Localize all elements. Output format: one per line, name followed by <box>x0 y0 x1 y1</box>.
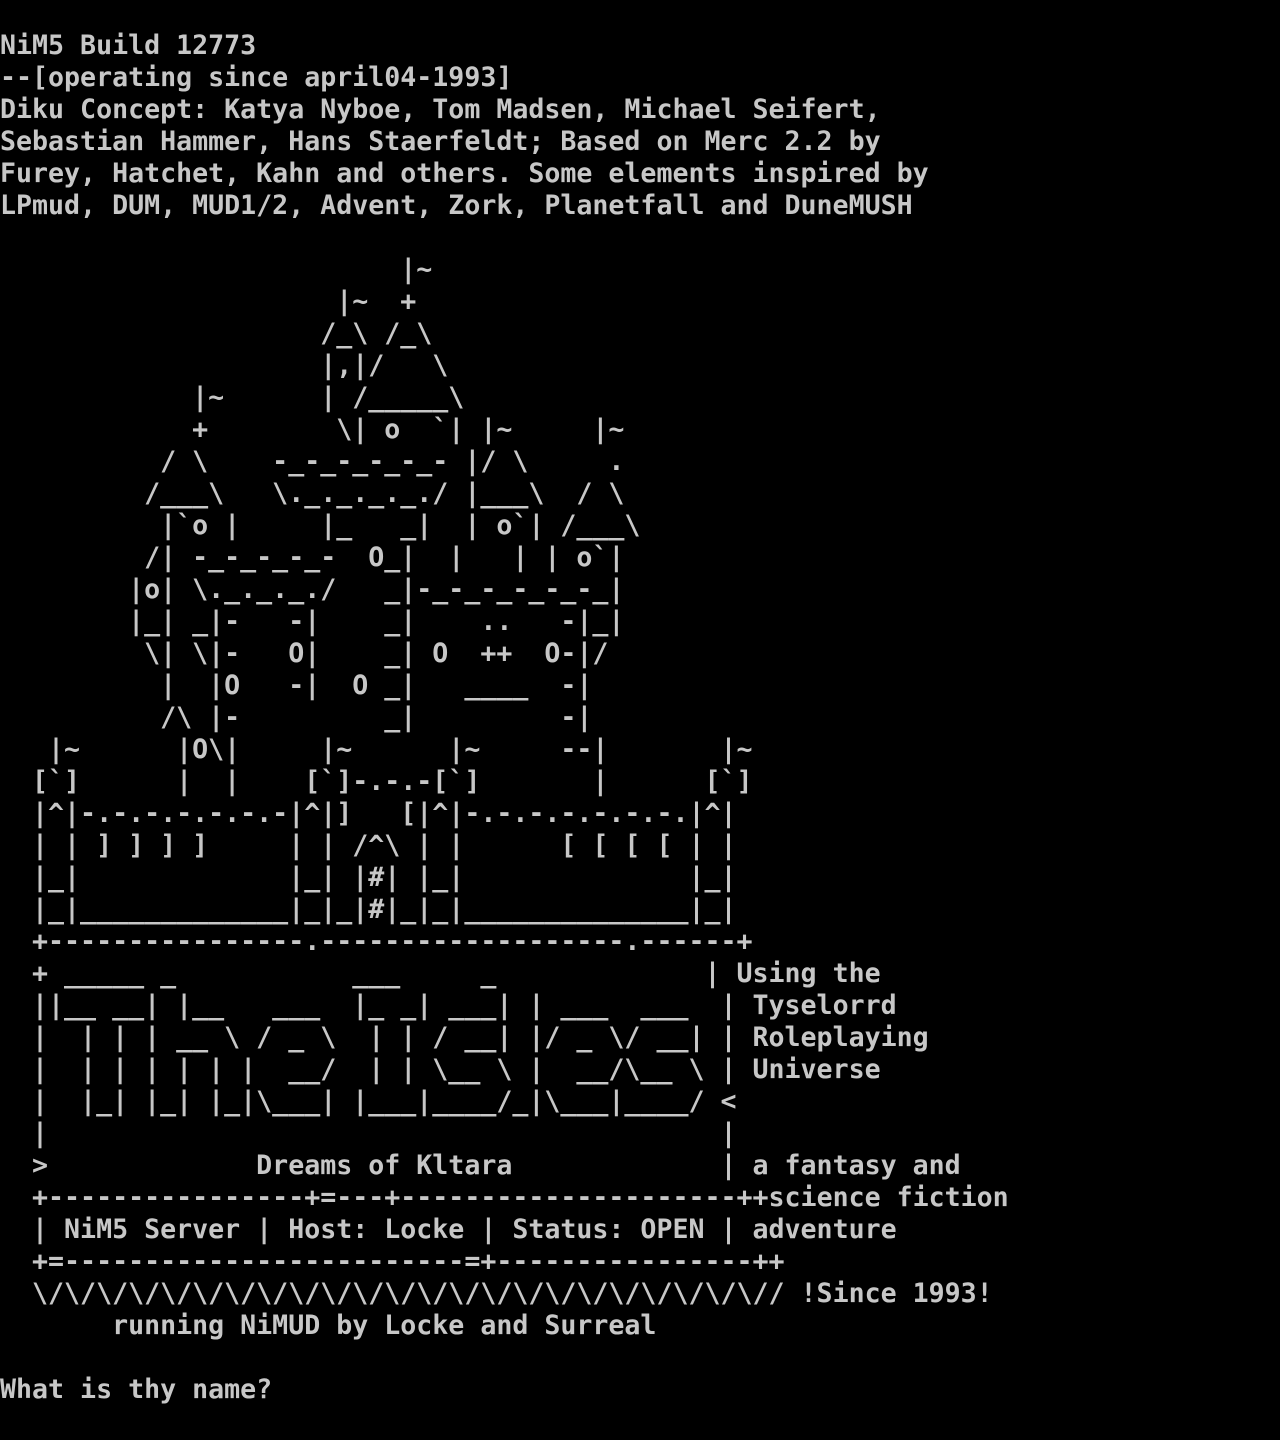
login-prompt[interactable]: What is thy name? <box>0 1374 272 1406</box>
castle-art-line: + \| o `| |~ |~ <box>0 414 625 445</box>
logo-row: \/\/\/\/\/\/\/\/\/\/\/\/\/\/\/\/\/\/\/\/… <box>0 1278 1280 1310</box>
castle-art-line: \| \|- O| _| O ++ O-|/ <box>0 638 609 669</box>
castle-ascii-art: |~ |~ + /_\ /_\ |,|/ \ |~ | /_____\ + \|… <box>0 254 1280 958</box>
castle-art-line: | | ] ] ] ] | | /^\ | | [ [ [ [ | | <box>0 830 737 861</box>
logo-row: > Dreams of Kltara | a fantasy and <box>0 1150 1280 1182</box>
logo-title-line: > Dreams of Kltara | <box>0 1150 737 1181</box>
logo-art-line: | |_| |_| |_|\___| |___|____/_|\___|____… <box>0 1086 737 1117</box>
header-credits-line-4: LPmud, DUM, MUD1/2, Advent, Zork, Planet… <box>0 190 913 221</box>
header-credits-line-2: Sebastian Hammer, Hans Staerfeldt; Based… <box>0 126 881 157</box>
logo-art-line: | | | | __ \ / _ \ | | / __| |/ _ \/ __|… <box>0 1022 737 1053</box>
side-text: a fantasy and <box>752 1150 961 1181</box>
logo-art-line: | | | | | | | __/ | | \__ \ | __/\__ \ | <box>0 1054 737 1085</box>
header-build-line: NiM5 Build 12773 <box>0 30 257 61</box>
logo-row: ||__ __| |__ ___ |_ _| ___| | ___ ___ | … <box>0 990 1280 1022</box>
logo-art-line: +=-------------------------=+-----------… <box>0 1246 785 1277</box>
logo-row: | | | | | | | __/ | | \__ \ | __/\__ \ |… <box>0 1054 1280 1086</box>
castle-art-line: |_| _|- -| _| .. -|_| <box>0 606 625 637</box>
name-prompt-text: What is thy name? <box>0 1374 273 1405</box>
castle-art-line: |_|_____________|_|_|#|_|_|_____________… <box>0 894 737 925</box>
logo-row: | |_| |_| |_|\___| |___|____/_|\___|____… <box>0 1086 1280 1118</box>
logo-row: +----------------+=---+-----------------… <box>0 1182 1280 1214</box>
name-prompt[interactable]: What is thy name? <box>0 1374 272 1406</box>
logo-row: + _____ _ ___ _ | Using the <box>0 958 1280 990</box>
castle-art-line: /| -_-_-_-_- O_| | | | o`| <box>0 542 625 573</box>
logo-art-line: + _____ _ ___ _ | <box>0 958 721 989</box>
logo-art-line: | | <box>0 1118 737 1149</box>
castle-art-line: /___\ \._._._._./ |___\ / \ <box>0 478 625 509</box>
side-text: science fiction <box>768 1182 1009 1213</box>
logo-row: +=-------------------------=+-----------… <box>0 1246 1280 1278</box>
castle-art-line: | |O -| O _| ____ -| <box>0 670 593 701</box>
castle-art-line: / \ -_-_-_-_-_- |/ \ . <box>0 446 625 477</box>
running-credits-line: running NiMUD by Locke and Surreal <box>0 1310 657 1341</box>
logo-art-line: \/\/\/\/\/\/\/\/\/\/\/\/\/\/\/\/\/\/\/\/… <box>0 1278 785 1309</box>
header-since-line: --[operating since april04-1993] <box>0 62 513 93</box>
castle-art-line: /\ |- _| -| <box>0 702 593 733</box>
logo-art-line: +----------------+=---+-----------------… <box>0 1182 769 1213</box>
castle-art-line: |o| \._._._./ _|-_-_-_-_-_-_| <box>0 574 625 605</box>
logo-row: | NiM5 Server | Host: Locke | Status: OP… <box>0 1214 1280 1246</box>
logo-art-line: ||__ __| |__ ___ |_ _| ___| | ___ ___ | <box>0 990 737 1021</box>
side-text: Universe <box>752 1054 881 1085</box>
castle-art-line: [`] | | [`]-.-.-[`] | [`] <box>0 766 753 797</box>
side-text: adventure <box>752 1214 897 1245</box>
castle-art-line: |~ <box>0 254 433 285</box>
castle-art-line: |,|/ \ <box>0 350 449 381</box>
castle-art-line: |~ |O\| |~ |~ --| |~ <box>0 734 753 765</box>
castle-art-line: |~ | /_____\ <box>0 382 465 413</box>
castle-art-line: |`o | |_ _| | o`| /___\ <box>0 510 641 541</box>
side-text: Roleplaying <box>752 1022 929 1053</box>
side-text: Using the <box>736 958 881 989</box>
terminal-screen[interactable]: NiM5 Build 12773 --[operating since apri… <box>0 0 1280 1440</box>
castle-art-line: |_| |_| |#| |_| |_| <box>0 862 737 893</box>
castle-art-line: |~ + <box>0 286 417 317</box>
castle-art-line: +----------------.-------------------.--… <box>0 926 753 957</box>
castle-art-line: |^|-.-.-.-.-.-.-|^|] [|^|-.-.-.-.-.-.-.|… <box>0 798 737 829</box>
server-status-line: | NiM5 Server | Host: Locke | Status: OP… <box>0 1214 737 1245</box>
logo-box: + _____ _ ___ _ | Using the ||__ __| |__… <box>0 958 1280 1342</box>
side-text: Tyselorrd <box>752 990 897 1021</box>
logo-row: | | <box>0 1118 1280 1150</box>
logo-row: running NiMUD by Locke and Surreal <box>0 1310 1280 1342</box>
header-credits-line-1: Diku Concept: Katya Nyboe, Tom Madsen, M… <box>0 94 881 125</box>
side-text: !Since 1993! <box>800 1278 993 1309</box>
castle-art-line: /_\ /_\ <box>0 318 433 349</box>
logo-row: | | | | __ \ / _ \ | | / __| |/ _ \/ __|… <box>0 1022 1280 1054</box>
header-credits-line-3: Furey, Hatchet, Kahn and others. Some el… <box>0 158 929 189</box>
